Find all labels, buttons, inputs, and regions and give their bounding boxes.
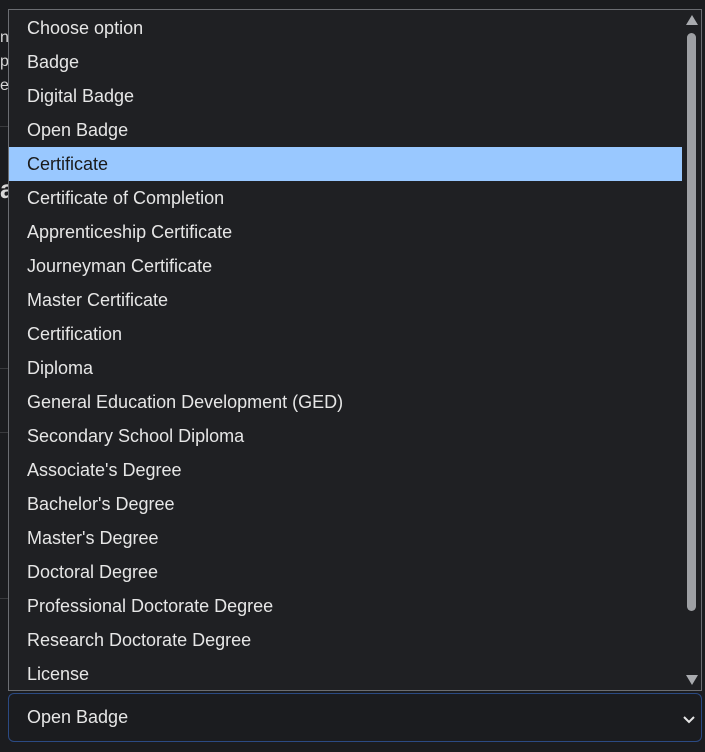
option-digital-badge[interactable]: Digital Badge (9, 79, 683, 113)
option-choose-option[interactable]: Choose option (9, 11, 683, 45)
option-journeyman-certificate[interactable]: Journeyman Certificate (9, 249, 683, 283)
page: ne pa ea a Choose option Badge Digital B… (0, 0, 705, 752)
option-open-badge[interactable]: Open Badge (9, 113, 683, 147)
scrollbar[interactable] (682, 10, 701, 690)
credential-type-select[interactable]: Open Badge (8, 693, 702, 742)
scrollbar-thumb[interactable] (687, 33, 696, 611)
option-diploma[interactable]: Diploma (9, 351, 683, 385)
dropdown-options-list[interactable]: Choose option Badge Digital Badge Open B… (8, 9, 702, 691)
options-container: Choose option Badge Digital Badge Open B… (9, 11, 683, 690)
triangle-up-icon[interactable] (685, 14, 698, 26)
option-masters-degree[interactable]: Master's Degree (9, 521, 683, 555)
option-ged[interactable]: General Education Development (GED) (9, 385, 683, 419)
option-professional-doctorate-degree[interactable]: Professional Doctorate Degree (9, 589, 683, 623)
option-master-certificate[interactable]: Master Certificate (9, 283, 683, 317)
chevron-down-icon (682, 712, 696, 724)
option-badge[interactable]: Badge (9, 45, 683, 79)
option-license[interactable]: License (9, 657, 683, 690)
option-secondary-school-diploma[interactable]: Secondary School Diploma (9, 419, 683, 453)
triangle-down-icon[interactable] (685, 674, 698, 686)
option-apprenticeship-certificate[interactable]: Apprenticeship Certificate (9, 215, 683, 249)
option-certificate[interactable]: Certificate (9, 147, 683, 181)
select-current-value: Open Badge (27, 707, 129, 727)
option-certificate-of-completion[interactable]: Certificate of Completion (9, 181, 683, 215)
option-associates-degree[interactable]: Associate's Degree (9, 453, 683, 487)
option-certification[interactable]: Certification (9, 317, 683, 351)
option-research-doctorate-degree[interactable]: Research Doctorate Degree (9, 623, 683, 657)
option-doctoral-degree[interactable]: Doctoral Degree (9, 555, 683, 589)
option-bachelors-degree[interactable]: Bachelor's Degree (9, 487, 683, 521)
